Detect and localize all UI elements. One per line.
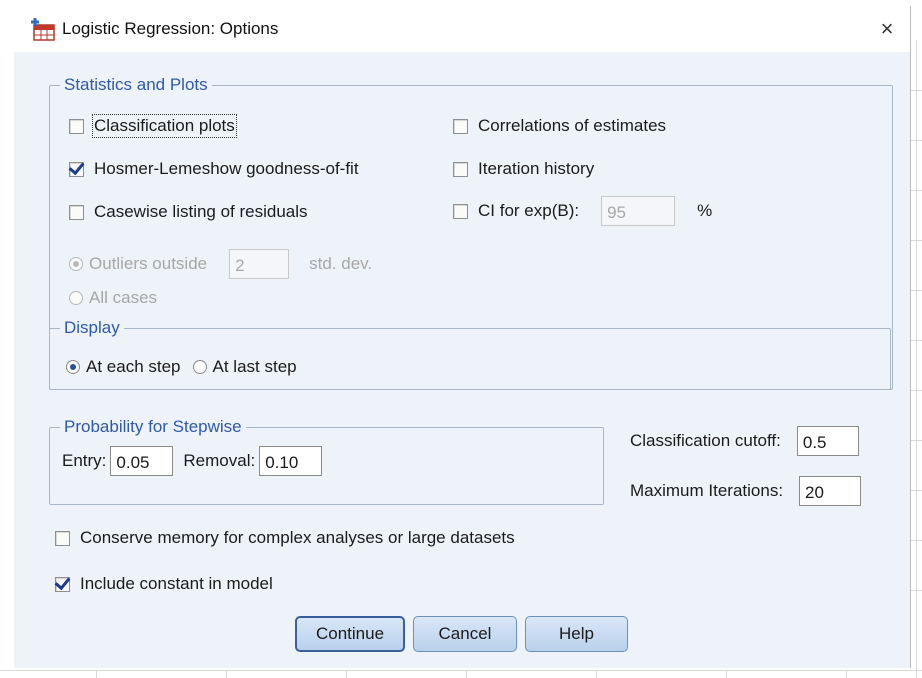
stepwise-values-row: Entry: 0.05 Removal: 0.10 [62, 446, 323, 476]
all-cases-radio[interactable] [69, 291, 83, 305]
removal-label: Removal: [183, 451, 256, 470]
classification-plots-checkbox[interactable] [69, 118, 84, 134]
maximum-iterations-input[interactable]: 20 [799, 476, 862, 506]
classification-plots-label: Classification plots [92, 114, 237, 138]
outliers-outside-label: Outliers outside [89, 254, 208, 273]
classification-cutoff-row: Classification cutoff: 0.5 [630, 426, 859, 456]
close-icon: × [880, 16, 894, 41]
iteration-history-option[interactable]: Iteration history [453, 159, 594, 179]
casewise-listing-label: Casewise listing of residuals [94, 202, 308, 221]
classification-plots-option[interactable]: Classification plots [69, 114, 237, 138]
maximum-iterations-label: Maximum Iterations: [630, 481, 784, 500]
ci-percent-label: % [697, 201, 713, 220]
close-button[interactable]: × [872, 14, 902, 44]
continue-button[interactable]: Continue [295, 616, 405, 652]
conserve-memory-label: Conserve memory for complex analyses or … [80, 528, 515, 547]
conserve-memory-checkbox[interactable] [55, 530, 70, 546]
logistic-regression-options-dialog: Logistic Regression: Options × Statistic… [14, 6, 911, 668]
iteration-history-checkbox[interactable] [453, 161, 468, 177]
hosmer-lemeshow-option[interactable]: Hosmer-Lemeshow goodness-of-fit [69, 159, 359, 179]
conserve-memory-option[interactable]: Conserve memory for complex analyses or … [55, 528, 515, 548]
ci-exp-b-checkbox[interactable] [453, 203, 468, 219]
at-each-step-option[interactable]: At each step At last step [66, 357, 297, 377]
stepwise-legend: Probability for Stepwise [60, 417, 246, 437]
include-constant-option[interactable]: Include constant in model [55, 574, 273, 594]
outliers-std-dev-input[interactable]: 2 [229, 249, 290, 279]
all-cases-label: All cases [89, 288, 158, 307]
casewise-listing-checkbox[interactable] [69, 204, 84, 220]
correlations-option[interactable]: Correlations of estimates [453, 116, 666, 136]
std-dev-unit-label: std. dev. [309, 254, 373, 273]
ci-exp-b-input[interactable]: 95 [601, 196, 676, 226]
dialog-client-area: Statistics and Plots Classification plot… [14, 52, 910, 668]
at-each-step-radio[interactable] [66, 360, 80, 374]
removal-input[interactable]: 0.10 [259, 446, 323, 476]
correlations-label: Correlations of estimates [478, 116, 667, 135]
entry-input[interactable]: 0.05 [110, 446, 174, 476]
maximum-iterations-row: Maximum Iterations: 20 [630, 476, 862, 506]
hosmer-lemeshow-label: Hosmer-Lemeshow goodness-of-fit [94, 159, 359, 178]
ci-exp-b-label: CI for exp(B): [478, 201, 580, 220]
outliers-outside-radio[interactable] [69, 257, 83, 271]
include-constant-checkbox[interactable] [55, 576, 70, 592]
at-last-step-radio[interactable] [192, 360, 207, 374]
display-legend: Display [60, 318, 124, 338]
outliers-outside-option[interactable]: Outliers outside 2 std. dev. [69, 249, 372, 279]
title-bar: Logistic Regression: Options × [14, 6, 910, 52]
spss-table-icon [31, 18, 55, 41]
dialog-title: Logistic Regression: Options [62, 19, 279, 38]
include-constant-label: Include constant in model [80, 574, 273, 593]
ci-exp-b-option[interactable]: CI for exp(B): 95 % [453, 196, 712, 226]
help-button[interactable]: Help [525, 616, 628, 652]
classification-cutoff-label: Classification cutoff: [630, 431, 781, 450]
at-each-step-label: At each step [86, 357, 181, 376]
iteration-history-label: Iteration history [478, 159, 595, 178]
hosmer-lemeshow-checkbox[interactable] [69, 161, 84, 177]
classification-cutoff-input[interactable]: 0.5 [796, 426, 859, 456]
correlations-checkbox[interactable] [453, 118, 468, 134]
statistics-plots-legend: Statistics and Plots [60, 75, 212, 95]
at-last-step-label: At last step [212, 357, 297, 376]
entry-label: Entry: [62, 451, 107, 470]
cancel-button[interactable]: Cancel [413, 616, 517, 652]
all-cases-option[interactable]: All cases [69, 288, 157, 308]
casewise-listing-option[interactable]: Casewise listing of residuals [69, 202, 308, 222]
